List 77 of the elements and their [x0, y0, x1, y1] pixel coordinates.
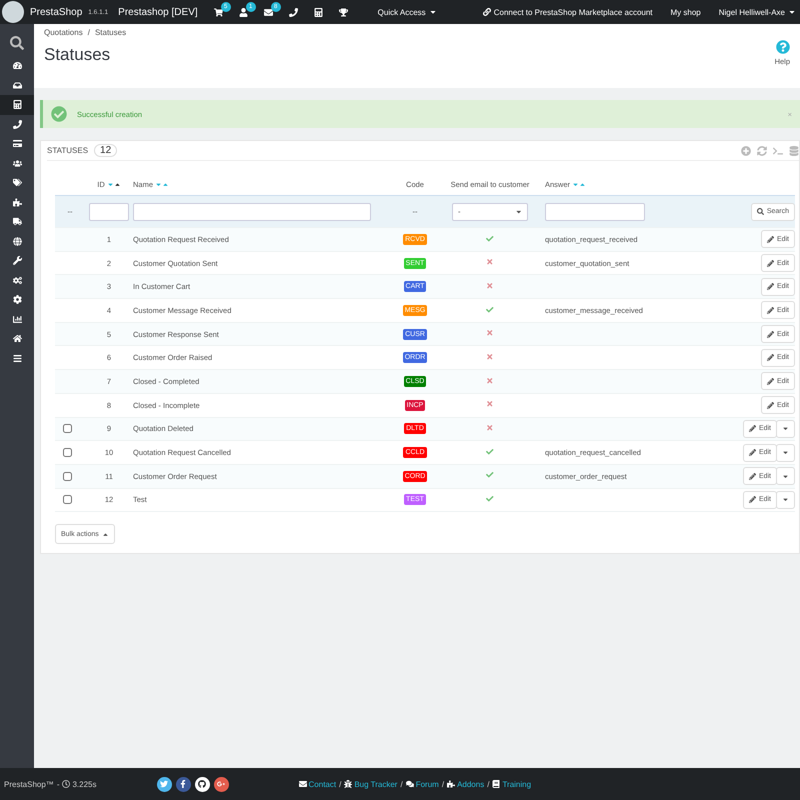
calculator-icon[interactable]: [0, 95, 34, 114]
panel-title: STATUSES: [47, 146, 88, 155]
link-icon: [482, 8, 491, 16]
pencil-icon: [748, 449, 756, 456]
dropdown-toggle[interactable]: [776, 490, 795, 509]
trophy-icon[interactable]: [338, 8, 348, 16]
logo-icon[interactable]: [2, 1, 24, 23]
marketplace-link[interactable]: Connect to PrestaShop Marketplace account: [482, 8, 653, 16]
row-checkbox[interactable]: [63, 424, 72, 434]
caret-icon: [782, 496, 789, 504]
row-checkbox[interactable]: [63, 472, 72, 481]
search-icon: [756, 208, 764, 215]
link-separator: /: [487, 780, 490, 788]
dropdown-toggle[interactable]: [776, 420, 795, 438]
my-shop-link[interactable]: My shop: [670, 8, 701, 16]
pencil-icon: [766, 378, 774, 385]
quick-access-menu[interactable]: Quick Access: [378, 8, 437, 16]
footer-link[interactable]: Bug Tracker: [354, 780, 398, 788]
footer-link[interactable]: Training: [502, 780, 532, 788]
cart-icon[interactable]: [214, 8, 223, 16]
row-checkbox[interactable]: [63, 495, 72, 504]
user-icon[interactable]: [238, 8, 248, 16]
page-title: Statuses: [44, 45, 112, 65]
link-separator: /: [339, 780, 342, 788]
pencil-icon: [766, 330, 774, 338]
load-time: 3.225s: [72, 780, 97, 788]
github-icon[interactable]: [194, 776, 210, 792]
puzzle-icon: [447, 780, 456, 788]
check-icon: [51, 106, 67, 122]
bug-icon: [344, 780, 352, 788]
pencil-icon: [748, 496, 756, 504]
caret-icon: [102, 530, 109, 538]
chat-icon: [406, 780, 414, 788]
dropdown-toggle[interactable]: [776, 467, 795, 486]
count-badge: 12: [94, 144, 118, 157]
facebook-icon[interactable]: [176, 776, 191, 792]
breadcrumb-link[interactable]: Quotations: [44, 28, 83, 37]
pencil-icon: [766, 402, 774, 409]
breadcrumb-separator: /: [88, 28, 90, 37]
answer-filter-field[interactable]: [545, 202, 645, 220]
dropdown-toggle[interactable]: [776, 444, 795, 462]
pencil-icon: [748, 472, 756, 480]
breadcrumb-current: Statuses: [94, 28, 126, 37]
phone-icon[interactable]: [288, 8, 298, 16]
footer-link[interactable]: Forum: [416, 780, 439, 788]
footer-link[interactable]: Addons: [457, 780, 484, 788]
row-checkbox[interactable]: [63, 448, 72, 458]
twitter-icon[interactable]: [156, 776, 172, 792]
name-filter-field[interactable]: [133, 202, 371, 220]
envelope-icon: [298, 780, 307, 788]
mail-icon[interactable]: [264, 8, 273, 16]
caret-icon: [782, 472, 789, 480]
footer-link[interactable]: Contact: [308, 780, 336, 788]
pencil-icon: [766, 283, 774, 290]
shop-name: Prestashop [DEV]: [118, 6, 198, 18]
calculator-icon[interactable]: [314, 8, 323, 16]
pencil-icon: [748, 425, 756, 432]
pencil-icon: [766, 236, 774, 243]
caret-icon: [782, 425, 789, 432]
id-filter-field[interactable]: [89, 202, 129, 220]
dash-separator: -: [56, 780, 60, 788]
pencil-icon: [766, 260, 774, 267]
sort-icon[interactable]: [106, 180, 121, 188]
footer-brand: PrestaShop™: [4, 780, 54, 788]
pencil-icon: [766, 306, 774, 314]
employee-menu[interactable]: Nigel Helliwell-Axe: [718, 8, 796, 16]
link-separator: /: [400, 780, 403, 788]
brand-name: PrestaShop: [30, 6, 82, 18]
clock-icon: [62, 780, 70, 788]
link-separator: /: [442, 780, 444, 788]
pencil-icon: [766, 354, 774, 362]
caret-icon: [428, 8, 437, 16]
book-icon: [492, 780, 500, 788]
caret-icon: [782, 449, 789, 456]
help-icon: [776, 40, 790, 54]
google-plus-icon[interactable]: [214, 776, 229, 792]
caret-icon: [788, 8, 796, 16]
